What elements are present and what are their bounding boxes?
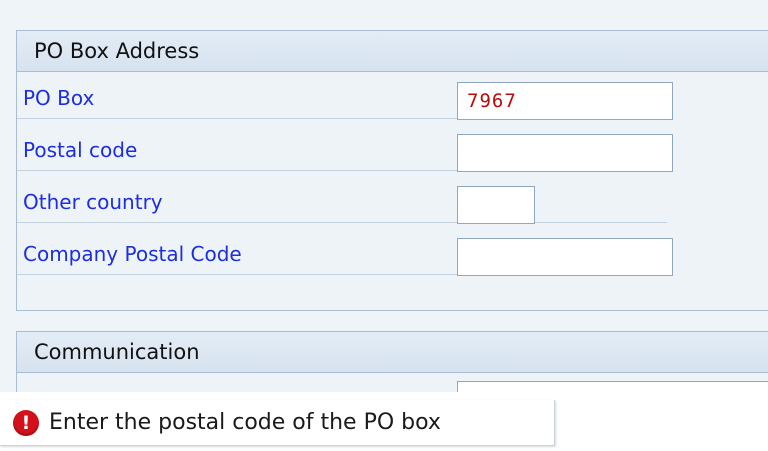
communication-header: Communication bbox=[17, 332, 768, 373]
company-postal-code-label: Company Postal Code bbox=[23, 242, 242, 266]
company-postal-code-input[interactable] bbox=[457, 238, 673, 276]
other-country-row: Other country bbox=[17, 183, 667, 224]
status-bar: ! Enter the postal code of the PO box bbox=[0, 392, 768, 451]
other-country-label: Other country bbox=[23, 190, 163, 214]
postal-code-label: Postal code bbox=[23, 138, 138, 162]
status-message[interactable]: ! Enter the postal code of the PO box bbox=[0, 400, 555, 446]
other-country-input[interactable] bbox=[457, 186, 535, 224]
po-box-label: PO Box bbox=[23, 86, 95, 110]
company-postal-code-row: Company Postal Code bbox=[17, 235, 673, 276]
status-message-text: Enter the postal code of the PO box bbox=[49, 410, 441, 435]
po-box-input[interactable] bbox=[457, 82, 673, 120]
po-box-row: PO Box bbox=[17, 79, 673, 120]
postal-code-input[interactable] bbox=[457, 134, 673, 172]
error-icon: ! bbox=[13, 410, 39, 436]
postal-code-row: Postal code bbox=[17, 131, 673, 172]
po-box-address-header: PO Box Address bbox=[17, 31, 768, 72]
sap-screen: PO Box Address PO Box Postal code Other … bbox=[0, 0, 768, 451]
